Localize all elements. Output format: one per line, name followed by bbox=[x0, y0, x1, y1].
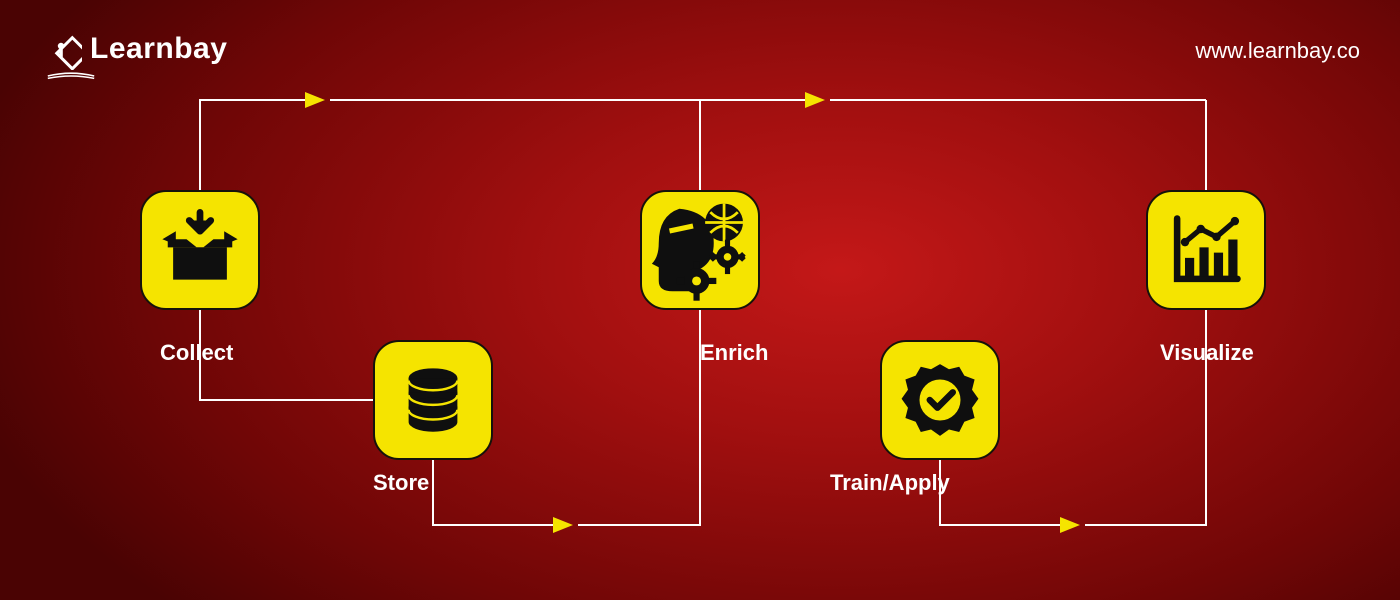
box-download-icon bbox=[157, 207, 243, 293]
step-enrich bbox=[640, 190, 760, 310]
database-icon bbox=[394, 361, 472, 439]
step-visualize-label: Visualize bbox=[1160, 340, 1254, 366]
analytics-chart-icon bbox=[1164, 208, 1248, 292]
brand-url: www.learnbay.co bbox=[1195, 38, 1360, 64]
step-store-label: Store bbox=[373, 470, 429, 496]
step-train-label: Train/Apply bbox=[830, 470, 950, 496]
badge-check-icon bbox=[899, 359, 981, 441]
ai-globe-gear-icon bbox=[645, 195, 755, 305]
step-train bbox=[880, 340, 1000, 460]
brand-name: Learnbay bbox=[90, 32, 227, 66]
step-collect-label: Collect bbox=[160, 340, 233, 366]
brand-logo: Learnbay bbox=[40, 28, 227, 70]
step-visualize bbox=[1146, 190, 1266, 310]
step-collect bbox=[140, 190, 260, 310]
logo-mark-icon bbox=[40, 28, 82, 70]
logo-underline-icon bbox=[40, 72, 102, 80]
step-enrich-label: Enrich bbox=[700, 340, 768, 366]
step-store bbox=[373, 340, 493, 460]
